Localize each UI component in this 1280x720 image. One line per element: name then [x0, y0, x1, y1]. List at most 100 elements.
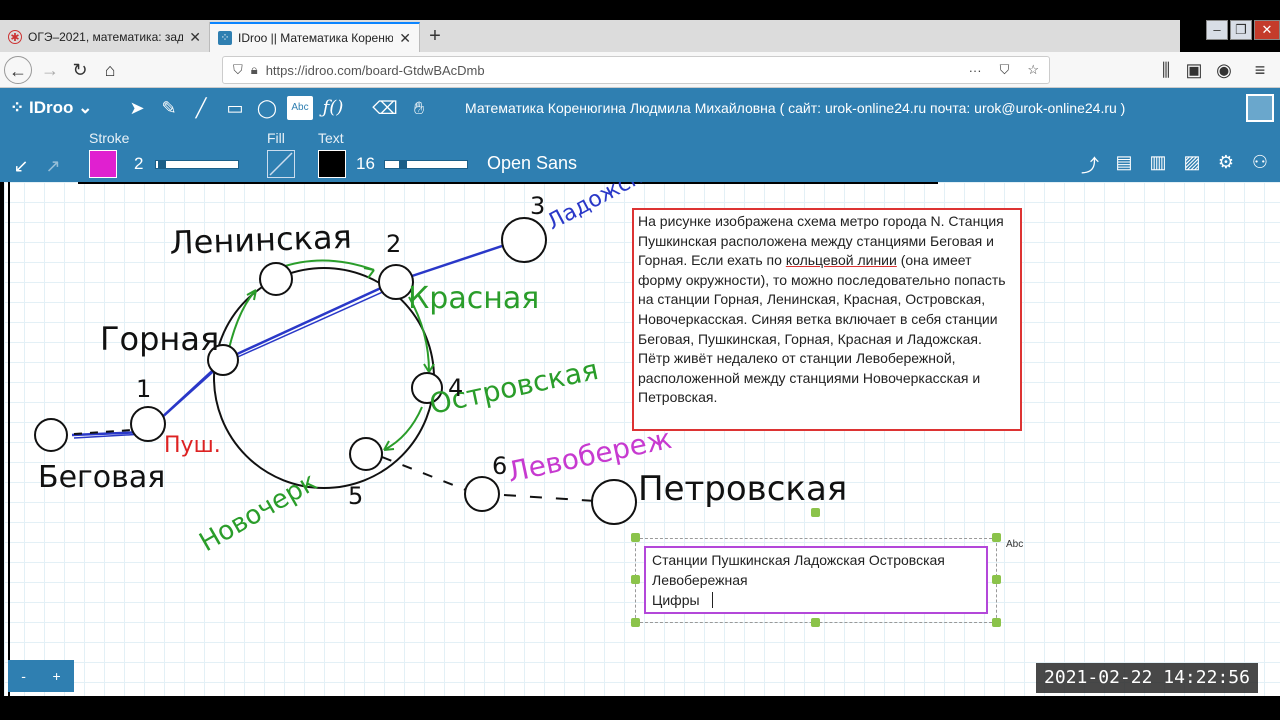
address-bar[interactable]: ⛉ 🔒︎ https://idroo.com/board-GtdwBAcDmb …: [222, 56, 1050, 84]
document-icon[interactable]: ▥: [1146, 152, 1170, 178]
navigation-bar: ← → ↻ ⌂ ⛉ 🔒︎ https://idroo.com/board-Gtd…: [0, 52, 1280, 88]
close-window-button[interactable]: ✕: [1254, 20, 1280, 40]
problem-text-box[interactable]: На рисунке изображена схема метро города…: [632, 208, 1022, 431]
resize-handle-top-left[interactable]: [631, 533, 640, 542]
resize-handle-top-right[interactable]: [992, 533, 1001, 542]
minimize-button[interactable]: –: [1206, 20, 1228, 40]
image-icon[interactable]: ▨: [1180, 152, 1204, 178]
number-6: 6: [492, 452, 507, 480]
bookmark-star-icon[interactable]: ☆: [1027, 62, 1039, 78]
problem-text-part2: (она имеет форму окружности), то можно п…: [638, 252, 1006, 406]
chat-icon[interactable]: ▤: [1112, 152, 1136, 178]
fill-label: Fill: [267, 130, 285, 146]
user-avatar[interactable]: [1246, 94, 1274, 122]
gear-icon[interactable]: ⚙: [1214, 152, 1238, 178]
label-krasnaya: Красная: [408, 281, 539, 316]
station-novocherkasskaya: [349, 437, 383, 471]
menu-icon[interactable]: ≡: [1246, 56, 1274, 84]
zoom-controls: - +: [8, 660, 74, 692]
shield-icon: ⛉: [233, 62, 243, 77]
top-black-strip: [0, 0, 1280, 20]
whiteboard-canvas[interactable]: Ленинская Горная Беговая Пуш. Красная Ла…: [4, 182, 1280, 696]
page-actions-icon[interactable]: ···: [969, 63, 982, 78]
close-tab-icon[interactable]: ✕: [399, 30, 411, 47]
share-icon[interactable]: ⤴: [1078, 152, 1102, 178]
text-color-swatch[interactable]: [318, 150, 346, 178]
label-petrovskaya: Петровская: [638, 469, 847, 509]
pocket-icon[interactable]: ⛉: [1000, 62, 1010, 78]
pencil-tool-icon[interactable]: ✎: [156, 96, 182, 120]
library-icon[interactable]: ⫼: [1152, 56, 1180, 84]
globe-icon: ✱: [8, 30, 22, 44]
stroke-label: Stroke: [89, 130, 130, 146]
label-gornaya: Горная: [100, 320, 219, 358]
station-ladozhskaya: [501, 217, 547, 263]
tab-oge[interactable]: ✱ ОГЭ–2021, математика: задан ✕: [0, 22, 210, 52]
home-button[interactable]: ⌂: [96, 56, 124, 84]
window-controls: – ❐ ✕: [1204, 20, 1280, 46]
formula-tool-icon[interactable]: ƒ(): [320, 96, 346, 120]
station-petrovskaya: [591, 479, 637, 525]
text-size-slider[interactable]: [384, 160, 468, 169]
paw-icon: ⁘: [10, 98, 29, 117]
number-3: 3: [530, 192, 545, 220]
arrow-up-right-icon[interactable]: ↗: [40, 154, 66, 178]
tab-title: IDroo || Математика Коренюг: [238, 31, 394, 45]
hand-tool-icon[interactable]: ✋︎: [406, 96, 432, 120]
resize-handle-bottom-right[interactable]: [992, 618, 1001, 627]
eraser-tool-icon[interactable]: ⌫: [372, 96, 398, 120]
label-pushk: Пуш.: [164, 433, 221, 458]
line-tool-icon[interactable]: ╱: [188, 96, 214, 120]
tab-idroo[interactable]: ⁘ IDroo || Математика Коренюг ✕: [210, 22, 420, 52]
close-tab-icon[interactable]: ✕: [189, 29, 201, 46]
text-cursor-icon: Abc: [1006, 539, 1024, 550]
url-text: https://idroo.com/board-GtdwBAcDmb: [265, 62, 485, 78]
rectangle-tool-icon[interactable]: ▭: [222, 96, 248, 120]
users-icon[interactable]: ⚇: [1248, 152, 1272, 178]
text-size-value: 16: [356, 154, 375, 173]
logo-text: IDroo: [28, 98, 74, 117]
idroo-toolbar: ⁘ IDroo ⌄ ➤ ✎ ╱ ▭ ◯ Abc ƒ() ⌫ ✋︎ Математ…: [0, 88, 1280, 182]
problem-text-underline: кольцевой линии: [785, 252, 897, 269]
stroke-color-swatch[interactable]: [89, 150, 117, 178]
answer-text-box[interactable]: Станции Пушкинская Ладожская Островская …: [644, 546, 988, 614]
lock-icon: 🔒︎: [250, 62, 258, 77]
resize-handle-left[interactable]: [631, 575, 640, 584]
answer-line-2: Цифры: [652, 590, 980, 610]
fill-color-swatch[interactable]: [267, 150, 295, 178]
ellipse-tool-icon[interactable]: ◯: [254, 96, 280, 120]
station-leninskaya: [259, 262, 293, 296]
select-tool-icon[interactable]: ➤: [124, 96, 150, 120]
sidebar-icon[interactable]: ▣: [1180, 56, 1208, 84]
zoom-out-button[interactable]: -: [21, 668, 26, 684]
new-tab-button[interactable]: +: [420, 22, 450, 52]
station-levoberezhnaya: [464, 476, 500, 512]
arrow-down-left-icon[interactable]: ↙: [8, 154, 34, 178]
number-5: 5: [348, 482, 363, 510]
number-4: 4: [448, 374, 463, 402]
number-1: 1: [136, 375, 151, 403]
answer-line-1: Станции Пушкинская Ладожская Островская …: [652, 552, 945, 588]
resize-handle-bottom[interactable]: [811, 618, 820, 627]
idroo-logo[interactable]: ⁘ IDroo ⌄: [10, 98, 92, 118]
stroke-width-value: 2: [134, 154, 144, 173]
account-icon[interactable]: ◉: [1210, 56, 1238, 84]
font-selector[interactable]: Open Sans: [487, 153, 577, 174]
station-pushkinskaya: [130, 406, 166, 442]
stroke-width-slider[interactable]: [155, 160, 239, 169]
text-tool-icon[interactable]: Abc: [287, 96, 313, 120]
label-leninskaya: Ленинская: [169, 218, 352, 262]
label-novocherk: Новочерк: [195, 467, 323, 558]
resize-handle-top[interactable]: [811, 508, 820, 517]
resize-handle-right[interactable]: [992, 575, 1001, 584]
zoom-in-button[interactable]: +: [53, 668, 61, 684]
resize-handle-bottom-left[interactable]: [631, 618, 640, 627]
maximize-button[interactable]: ❐: [1230, 20, 1252, 40]
back-button[interactable]: ←: [4, 56, 32, 84]
forward-button[interactable]: →: [36, 56, 64, 84]
text-label: Text: [318, 130, 344, 146]
timestamp-overlay: 2021-02-22 14:22:56: [1036, 663, 1258, 693]
number-2: 2: [386, 230, 401, 258]
tab-title: ОГЭ–2021, математика: задан: [28, 30, 184, 44]
reload-button[interactable]: ↻: [66, 56, 94, 84]
